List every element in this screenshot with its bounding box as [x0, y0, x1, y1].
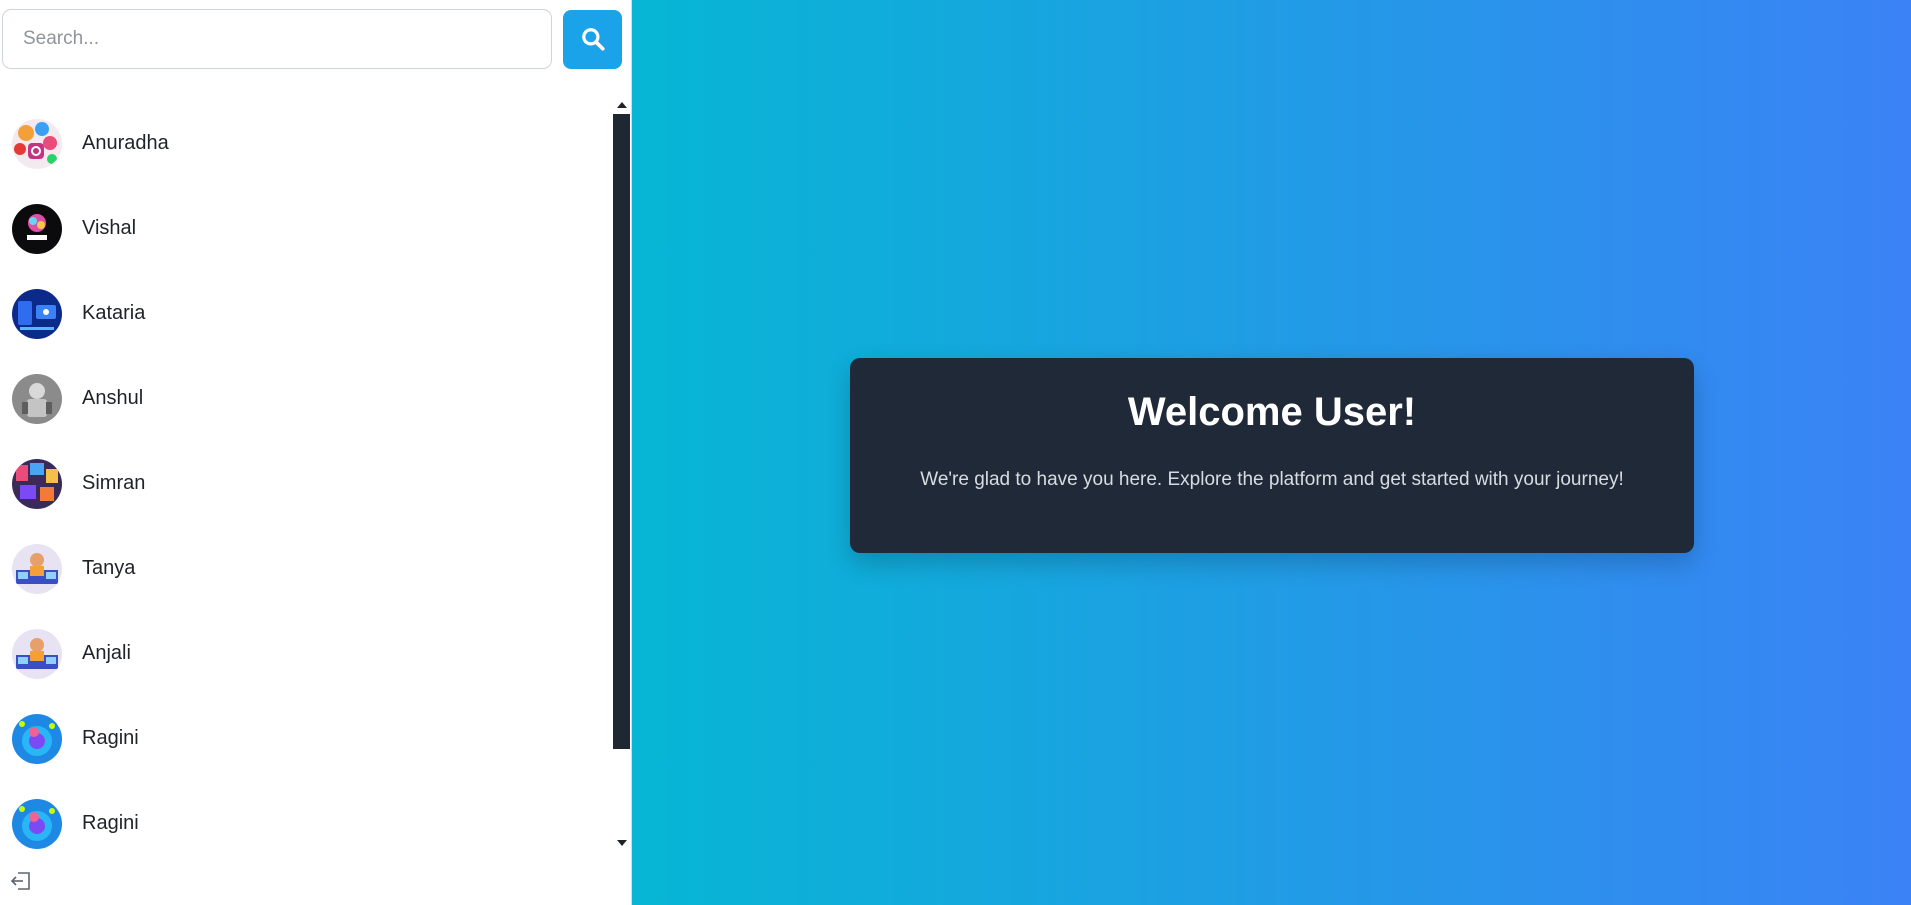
- user-list-item[interactable]: Anjali: [0, 611, 612, 696]
- user-name: Tanya: [82, 557, 136, 579]
- user-list-item[interactable]: Ragini: [0, 696, 612, 781]
- sidebar: Anuradha Vishal: [0, 0, 632, 905]
- welcome-message: We're glad to have you here. Explore the…: [920, 469, 1624, 490]
- avatar: [12, 373, 62, 424]
- user-name: Kataria: [82, 302, 146, 324]
- avatar: [12, 203, 62, 254]
- main-content: Welcome User! We're glad to have you her…: [632, 0, 1911, 905]
- user-list-item[interactable]: Ragini: [0, 781, 612, 850]
- avatar: [12, 288, 62, 339]
- user-list-item[interactable]: Anshul: [0, 356, 612, 441]
- user-list-item[interactable]: Kataria: [0, 271, 612, 356]
- avatar: [12, 543, 62, 594]
- user-list: Anuradha Vishal Kataria Anshul Simran Ta…: [0, 98, 612, 850]
- avatar: [12, 628, 62, 679]
- search-input[interactable]: [2, 9, 552, 69]
- welcome-title: Welcome User!: [1127, 390, 1417, 434]
- scroll-up-arrow-icon[interactable]: [617, 102, 627, 108]
- user-name: Anuradha: [82, 132, 169, 154]
- avatar: [12, 118, 62, 169]
- user-list-item[interactable]: Vishal: [0, 186, 612, 271]
- scrollbar-thumb[interactable]: [613, 114, 630, 749]
- avatar: [12, 798, 62, 849]
- user-list-item[interactable]: Anuradha: [0, 101, 612, 186]
- logout-icon[interactable]: [9, 869, 33, 893]
- user-list-item[interactable]: Tanya: [0, 526, 612, 611]
- avatar: [12, 458, 62, 509]
- search-icon: [581, 28, 605, 51]
- user-name: Vishal: [82, 217, 137, 239]
- search-bar: [2, 9, 622, 69]
- user-name: Simran: [82, 472, 146, 494]
- search-button[interactable]: [563, 9, 622, 69]
- welcome-card: Welcome User! We're glad to have you her…: [850, 358, 1694, 553]
- user-name: Ragini: [82, 812, 139, 834]
- user-name: Ragini: [82, 727, 139, 749]
- user-name: Anshul: [82, 387, 144, 409]
- app-root: Anuradha Vishal: [0, 0, 1911, 905]
- avatar: [12, 713, 62, 764]
- user-list-item[interactable]: Simran: [0, 441, 612, 526]
- user-list-scrollbar[interactable]: [612, 98, 631, 850]
- scroll-down-arrow-icon[interactable]: [617, 840, 627, 846]
- user-name: Anjali: [82, 642, 131, 664]
